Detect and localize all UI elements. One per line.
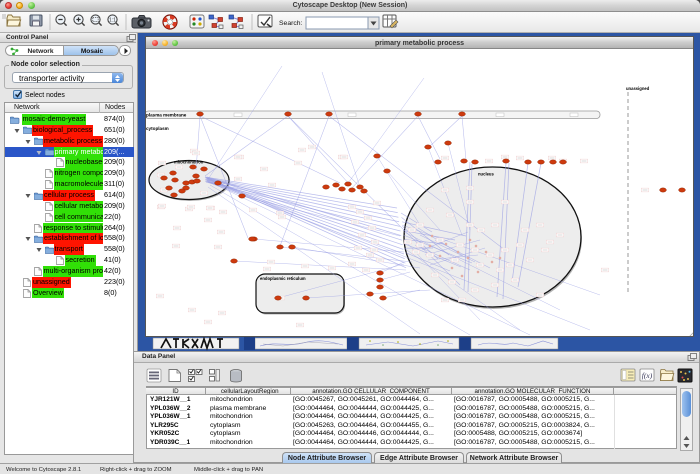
svg-text:f(x): f(x) [642, 371, 653, 380]
svg-text:nucleus: nucleus [478, 172, 494, 177]
svg-text:unassigned: unassigned [626, 86, 650, 91]
svg-text:1:1: 1:1 [109, 17, 116, 23]
svg-text:mitochondrion: mitochondrion [174, 160, 204, 165]
svg-text:plasma membrane: plasma membrane [146, 113, 187, 118]
svg-text:cytoplasm: cytoplasm [146, 126, 169, 131]
svg-text:endoplasmic reticulum: endoplasmic reticulum [260, 276, 306, 281]
svg-text:Search:: Search: [279, 20, 303, 27]
